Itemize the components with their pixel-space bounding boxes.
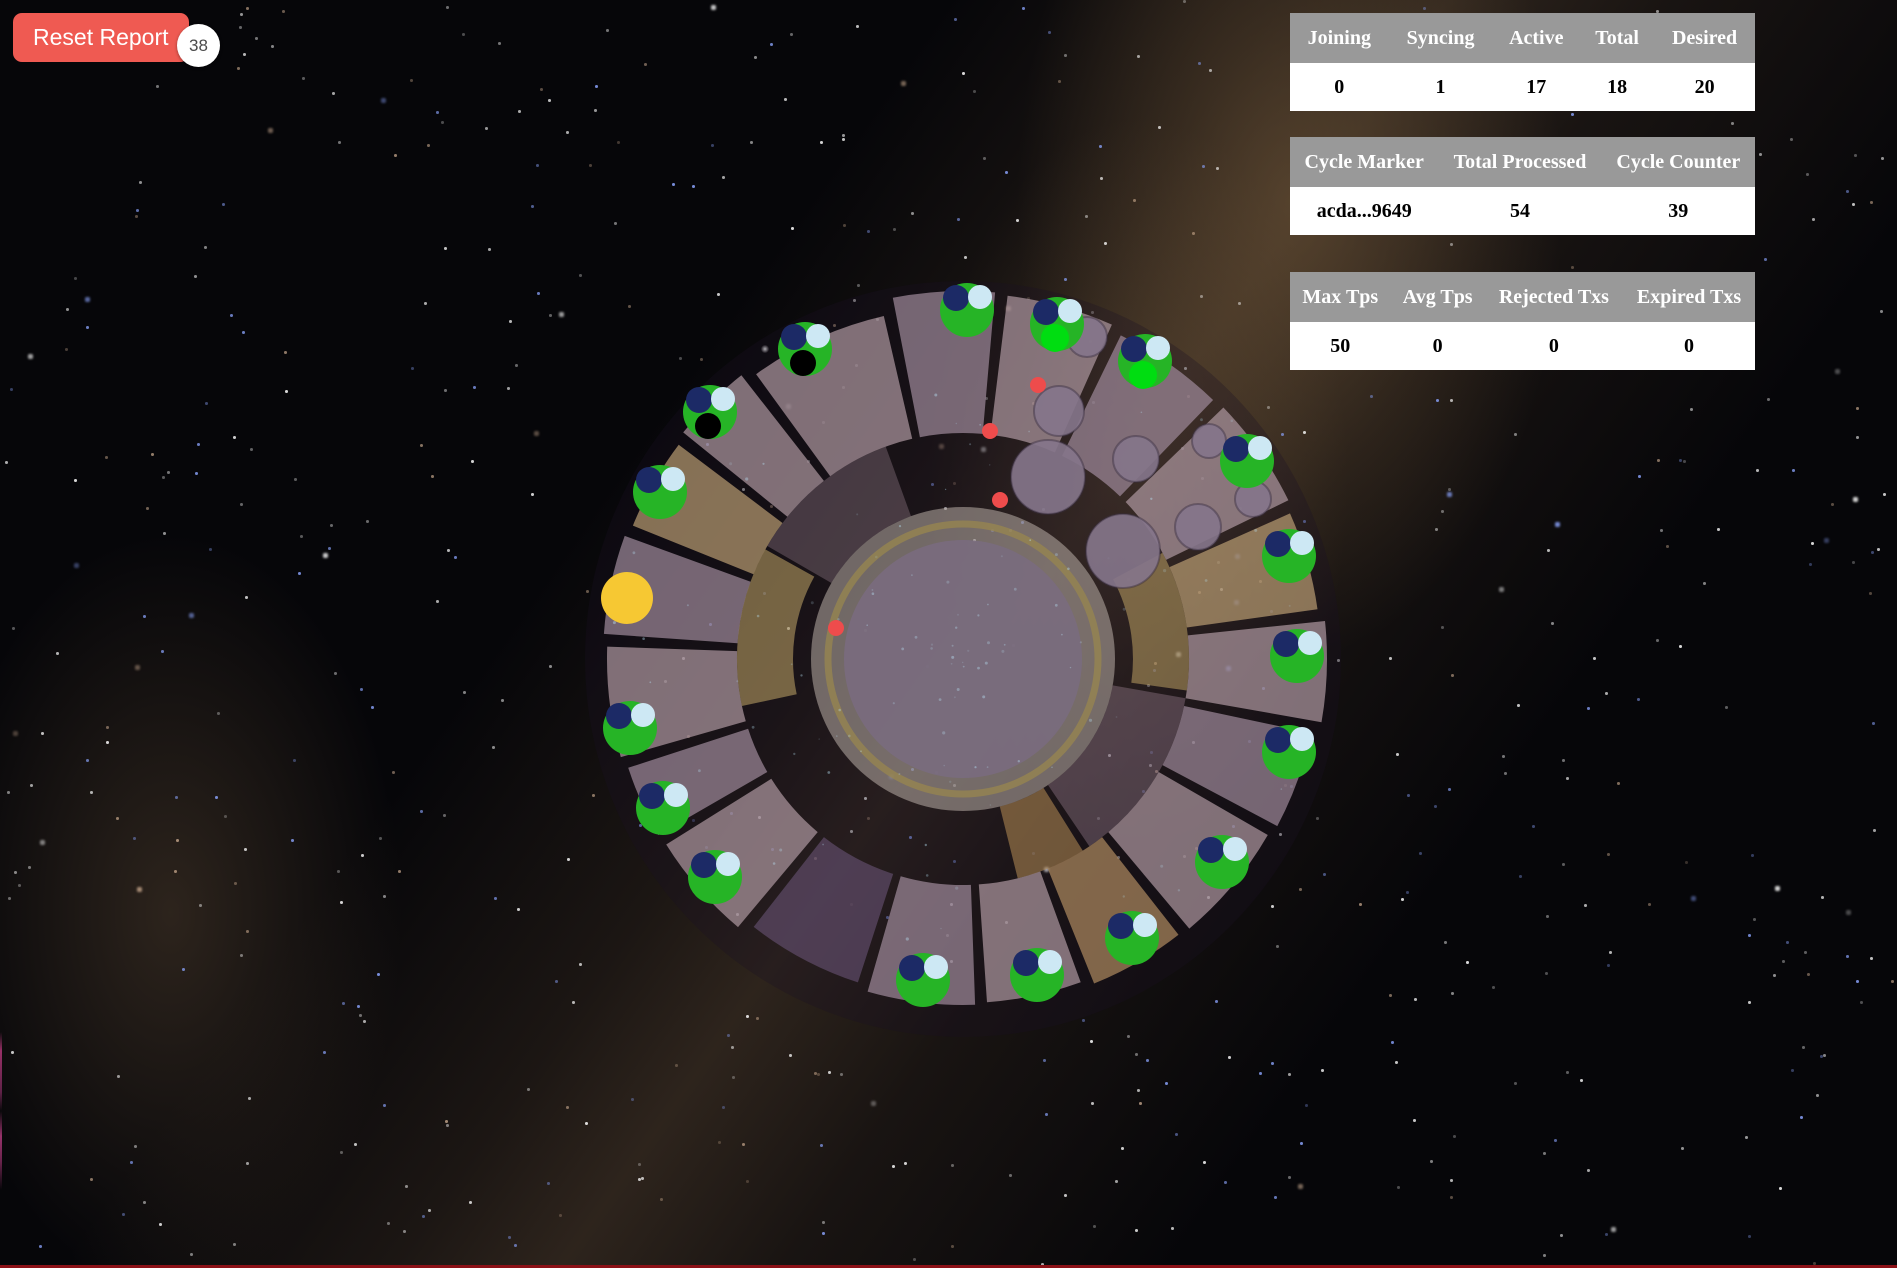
col-avg-tps: Avg Tps bbox=[1391, 272, 1485, 322]
reset-report-button[interactable]: Reset Report bbox=[13, 13, 189, 62]
node-status-value-row: 0 1 17 18 20 bbox=[1290, 63, 1755, 111]
col-max-tps: Max Tps bbox=[1290, 272, 1391, 322]
tx-dot bbox=[992, 492, 1008, 508]
col-cycle-counter: Cycle Counter bbox=[1602, 137, 1755, 187]
inactive-node-circle bbox=[1113, 436, 1159, 482]
node-active[interactable] bbox=[633, 465, 687, 519]
col-joining: Joining bbox=[1290, 13, 1389, 63]
tps-value-row: 50 0 0 0 bbox=[1290, 322, 1755, 370]
tx-dot bbox=[1030, 377, 1046, 393]
col-total: Total bbox=[1580, 13, 1654, 63]
inactive-node-circle bbox=[1011, 440, 1085, 514]
node-active[interactable] bbox=[603, 701, 657, 755]
cycle-header-row: Cycle Marker Total Processed Cycle Count… bbox=[1290, 137, 1755, 187]
tx-dot bbox=[982, 423, 998, 439]
left-edge-artifact bbox=[0, 1032, 2, 1190]
value-syncing: 1 bbox=[1389, 63, 1493, 111]
node-active[interactable] bbox=[940, 283, 994, 337]
tps-header-row: Max Tps Avg Tps Rejected Txs Expired Txs bbox=[1290, 272, 1755, 322]
col-active: Active bbox=[1493, 13, 1580, 63]
value-desired: 20 bbox=[1654, 63, 1755, 111]
node-active[interactable] bbox=[1262, 529, 1316, 583]
value-avg-tps: 0 bbox=[1391, 322, 1485, 370]
value-rejected-txs: 0 bbox=[1485, 322, 1623, 370]
value-joining: 0 bbox=[1290, 63, 1389, 111]
inactive-node-circle bbox=[1034, 386, 1084, 436]
node-active[interactable] bbox=[896, 953, 950, 1007]
tx-dot bbox=[828, 620, 844, 636]
inactive-node-circle bbox=[1086, 514, 1160, 588]
inactive-node-circle bbox=[1192, 424, 1226, 458]
node-active[interactable] bbox=[1010, 948, 1064, 1002]
col-desired: Desired bbox=[1654, 13, 1755, 63]
node-active[interactable] bbox=[1220, 434, 1274, 488]
network-monitor-app: Reset Report 38 Joining Syncing Active T… bbox=[0, 0, 1897, 1268]
value-cycle-marker: acda...9649 bbox=[1290, 187, 1438, 235]
value-max-tps: 50 bbox=[1290, 322, 1391, 370]
value-active: 17 bbox=[1493, 63, 1580, 111]
col-cycle-marker: Cycle Marker bbox=[1290, 137, 1438, 187]
node-active[interactable] bbox=[1270, 629, 1324, 683]
value-expired-txs: 0 bbox=[1623, 322, 1755, 370]
node-active[interactable] bbox=[1105, 911, 1159, 965]
node-status-table: Joining Syncing Active Total Desired 0 1… bbox=[1290, 13, 1755, 111]
node-active[interactable] bbox=[1262, 725, 1316, 779]
value-cycle-counter: 39 bbox=[1602, 187, 1755, 235]
col-expired-txs: Expired Txs bbox=[1623, 272, 1755, 322]
node-active[interactable] bbox=[1195, 835, 1249, 889]
node-active[interactable] bbox=[688, 850, 742, 904]
node-status-header-row: Joining Syncing Active Total Desired bbox=[1290, 13, 1755, 63]
cycle-info-table: Cycle Marker Total Processed Cycle Count… bbox=[1290, 137, 1755, 235]
report-counter-badge: 38 bbox=[177, 24, 220, 67]
node-active[interactable] bbox=[683, 385, 737, 439]
value-total: 18 bbox=[1580, 63, 1654, 111]
col-rejected-txs: Rejected Txs bbox=[1485, 272, 1623, 322]
node-active[interactable] bbox=[778, 322, 832, 376]
inactive-node-circle bbox=[1175, 504, 1221, 550]
col-total-processed: Total Processed bbox=[1438, 137, 1601, 187]
value-total-processed: 54 bbox=[1438, 187, 1601, 235]
col-syncing: Syncing bbox=[1389, 13, 1493, 63]
cycle-value-row: acda...9649 54 39 bbox=[1290, 187, 1755, 235]
node-syncing[interactable] bbox=[601, 572, 653, 624]
tps-info-table: Max Tps Avg Tps Rejected Txs Expired Txs… bbox=[1290, 272, 1755, 370]
node-active[interactable] bbox=[636, 781, 690, 835]
